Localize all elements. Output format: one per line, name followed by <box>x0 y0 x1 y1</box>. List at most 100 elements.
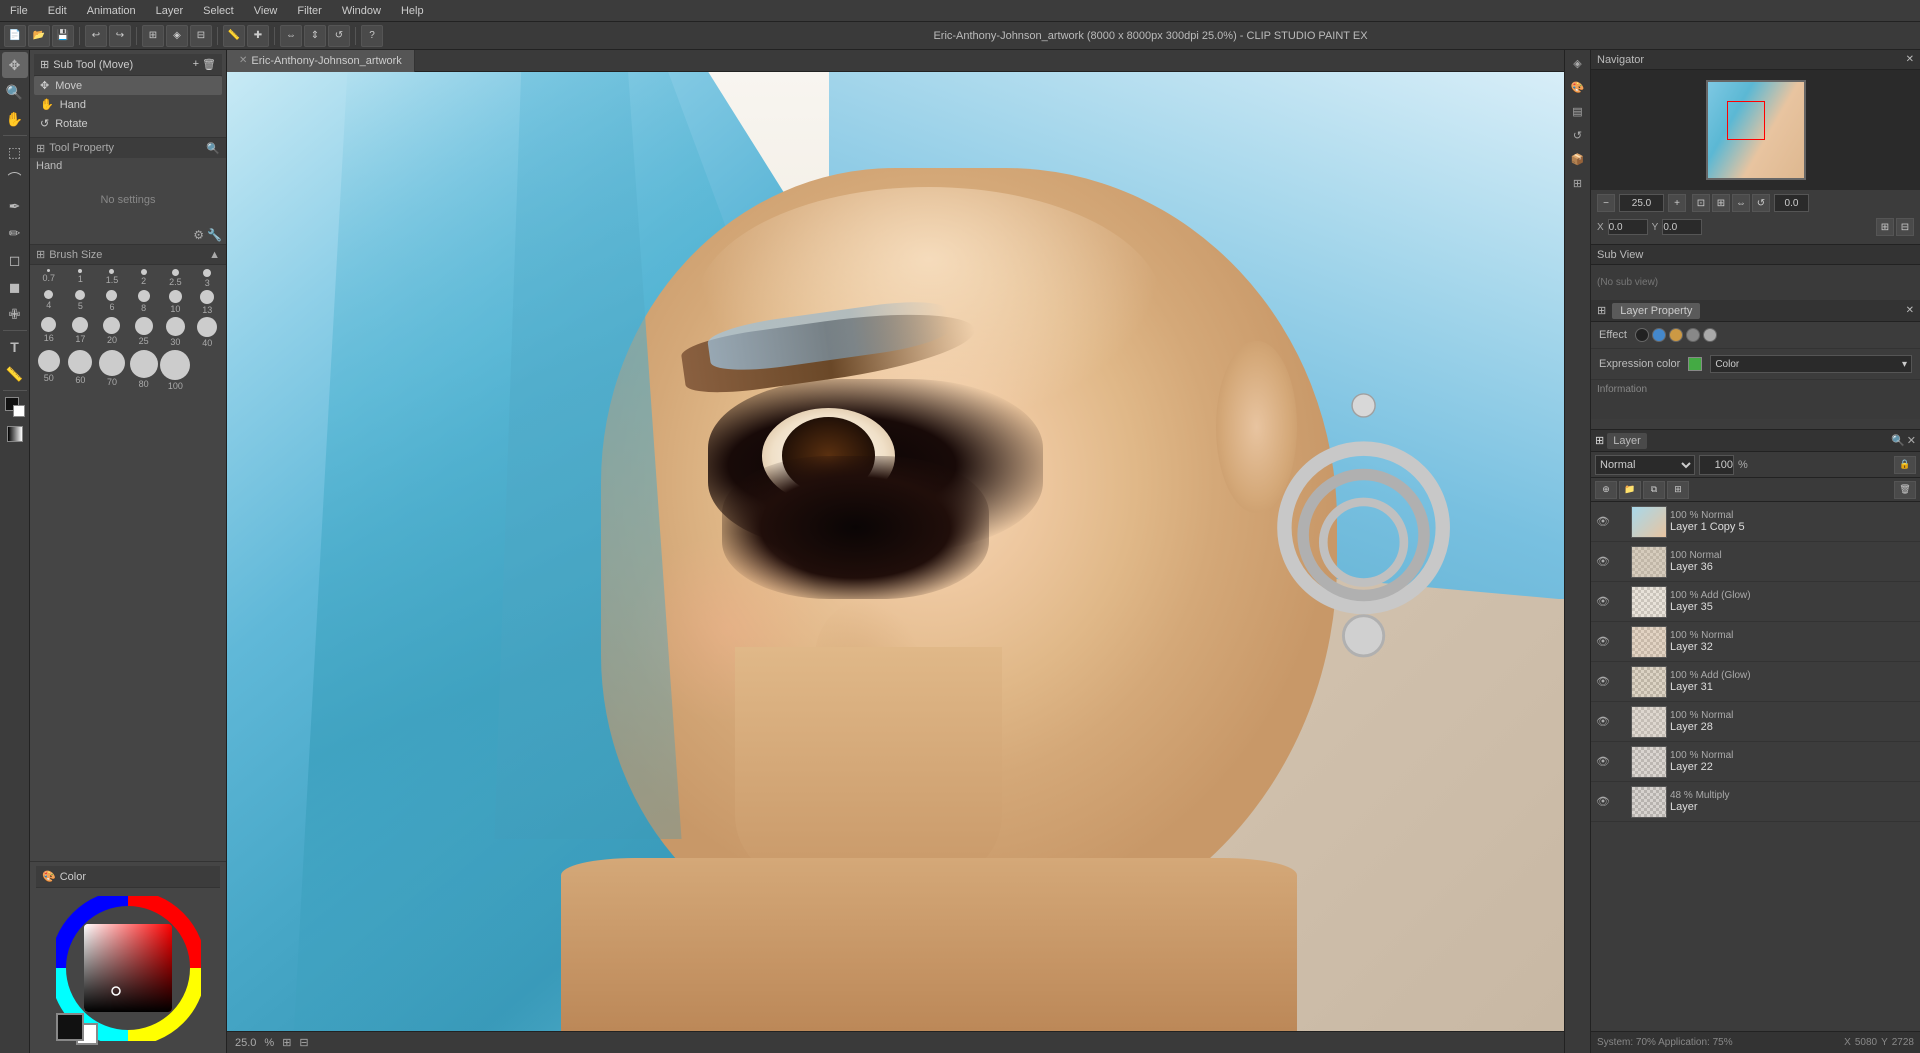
layer-panel-search-icon[interactable]: 🔍 <box>1891 434 1905 447</box>
help-btn[interactable]: ? <box>361 25 383 47</box>
brush-size-10[interactable]: 10 <box>160 290 190 315</box>
brush-size-13[interactable]: 13 <box>192 290 222 315</box>
nav-mode-icon1[interactable]: ⊞ <box>1876 218 1894 236</box>
tool-fill[interactable]: ◼ <box>2 274 28 300</box>
brush-size-70[interactable]: 70 <box>97 350 127 391</box>
brush-size-25[interactable]: 25 <box>129 317 159 348</box>
layer-lock-5[interactable] <box>1614 715 1628 729</box>
nav-x-input[interactable] <box>1608 219 1648 235</box>
layer-eye-1[interactable]: 👁 <box>1595 554 1611 570</box>
brush-size-25[interactable]: 2.5 <box>160 269 190 288</box>
copy-layer-icon[interactable]: ⧉ <box>1643 481 1665 499</box>
layer-row-7[interactable]: 👁 48 % Multiply Layer <box>1591 782 1920 822</box>
brush-size-30[interactable]: 30 <box>160 317 190 348</box>
new-btn[interactable]: 📄 <box>4 25 26 47</box>
tool-pen[interactable]: ✒ <box>2 193 28 219</box>
delete-layer-icon[interactable]: 🗑 <box>1894 481 1916 499</box>
layer-lock-1[interactable] <box>1614 555 1628 569</box>
open-btn[interactable]: 📂 <box>28 25 50 47</box>
brush-size-16[interactable]: 16 <box>34 317 64 348</box>
menu-view[interactable]: View <box>248 3 284 19</box>
blend-mode-select[interactable]: Normal Multiply Add (Glow) <box>1595 455 1695 475</box>
menu-filter[interactable]: Filter <box>291 3 327 19</box>
canvas-size-icon[interactable]: ⊞ <box>282 1036 291 1049</box>
subtool-add-icon[interactable]: + <box>193 58 199 71</box>
layer-row-2[interactable]: 👁 100 % Add (Glow) Layer 35 <box>1591 582 1920 622</box>
layer-row-4[interactable]: 👁 100 % Add (Glow) Layer 31 <box>1591 662 1920 702</box>
layer-eye-2[interactable]: 👁 <box>1595 594 1611 610</box>
brush-size-2[interactable]: 2 <box>129 269 159 288</box>
layer-tab-active[interactable]: Layer <box>1607 433 1647 449</box>
panel-toggle-material[interactable]: 📦 <box>1567 148 1589 170</box>
tool-brush[interactable]: ✏ <box>2 220 28 246</box>
panel-toggle-subtool[interactable]: ⊞ <box>1567 172 1589 194</box>
tool-prop-gear-icon[interactable]: ⚙ <box>193 228 204 242</box>
tool-hand[interactable]: ✋ <box>2 106 28 132</box>
navigator-zoom-input[interactable] <box>1619 194 1664 212</box>
foreground-color[interactable] <box>56 1013 84 1041</box>
nav-y-input[interactable] <box>1662 219 1702 235</box>
tool-eraser[interactable]: ◻ <box>2 247 28 273</box>
panel-toggle-navigator[interactable]: ◈ <box>1567 52 1589 74</box>
layer-lock-2[interactable] <box>1614 595 1628 609</box>
new-layer-icon[interactable]: ⊕ <box>1595 481 1617 499</box>
merge-layer-icon[interactable]: ⊞ <box>1667 481 1689 499</box>
expr-color-dropdown[interactable]: Color ▾ <box>1710 355 1912 373</box>
tool-ruler[interactable]: 📏 <box>2 361 28 387</box>
guide-btn[interactable]: ✚ <box>247 25 269 47</box>
navigator-angle-input[interactable] <box>1774 194 1809 212</box>
nav-zoom-out-icon[interactable]: − <box>1597 194 1615 212</box>
layer-eye-3[interactable]: 👁 <box>1595 634 1611 650</box>
save-btn[interactable]: 💾 <box>52 25 74 47</box>
subtool-item-move[interactable]: ✥ Move <box>34 76 222 95</box>
brush-size-50[interactable]: 50 <box>34 350 64 391</box>
tool-gradient[interactable] <box>2 421 28 447</box>
layer-eye-0[interactable]: 👁 <box>1595 514 1611 530</box>
layer-row-5[interactable]: 👁 100 % Normal Layer 28 <box>1591 702 1920 742</box>
menu-window[interactable]: Window <box>336 3 387 19</box>
nav-zoom-in-icon[interactable]: + <box>1668 194 1686 212</box>
layer-lock-7[interactable] <box>1614 795 1628 809</box>
canvas-fit-icon[interactable]: ⊟ <box>299 1036 308 1049</box>
nav-actual-size-icon[interactable]: ⊞ <box>1712 194 1730 212</box>
menu-help[interactable]: Help <box>395 3 430 19</box>
brush-size-100[interactable]: 100 <box>160 350 190 391</box>
color-wheel[interactable] <box>56 896 201 1041</box>
tool-zoom[interactable]: 🔍 <box>2 79 28 105</box>
panel-toggle-color[interactable]: 🎨 <box>1567 76 1589 98</box>
tool-move[interactable]: ✥ <box>2 52 28 78</box>
panel-toggle-layer[interactable]: ▤ <box>1567 100 1589 122</box>
layer-panel-close-icon[interactable]: ✕ <box>1907 434 1916 447</box>
ruler-btn[interactable]: 📏 <box>223 25 245 47</box>
layer-lock-6[interactable] <box>1614 755 1628 769</box>
brush-size-20[interactable]: 20 <box>97 317 127 348</box>
flip-v-btn[interactable]: ⇕ <box>304 25 326 47</box>
mesh-btn[interactable]: ⊟ <box>190 25 212 47</box>
stamp-btn[interactable]: ◈ <box>166 25 188 47</box>
brush-size-80[interactable]: 80 <box>129 350 159 391</box>
undo-btn[interactable]: ↩ <box>85 25 107 47</box>
layer-lock-3[interactable] <box>1614 635 1628 649</box>
menu-file[interactable]: File <box>4 3 34 19</box>
redo-btn[interactable]: ↪ <box>109 25 131 47</box>
layer-property-tab[interactable]: Layer Property <box>1612 303 1700 319</box>
effect-circle-blue[interactable] <box>1652 328 1666 342</box>
flip-h-btn[interactable]: ⇔ <box>280 25 302 47</box>
tool-select-rect[interactable]: ⬚ <box>2 139 28 165</box>
brush-size-07[interactable]: 0.7 <box>34 269 64 288</box>
nav-close-icon[interactable]: ✕ <box>1906 54 1914 65</box>
tool-property-search-icon[interactable]: 🔍 <box>206 142 220 155</box>
tool-text[interactable]: T <box>2 334 28 360</box>
navigator-thumbnail[interactable] <box>1706 80 1806 180</box>
new-folder-icon[interactable]: 📁 <box>1619 481 1641 499</box>
layer-lock-0[interactable] <box>1614 515 1628 529</box>
brush-size-5[interactable]: 5 <box>66 290 96 315</box>
nav-mode-icon2[interactable]: ⊟ <box>1896 218 1914 236</box>
brush-size-40[interactable]: 40 <box>192 317 222 348</box>
brush-size-3[interactable]: 3 <box>192 269 222 288</box>
menu-select[interactable]: Select <box>197 3 240 19</box>
menu-layer[interactable]: Layer <box>150 3 190 19</box>
canvas-wrapper[interactable] <box>227 72 1564 1031</box>
effect-circle-5[interactable] <box>1703 328 1717 342</box>
blend-lock-icon[interactable]: 🔒 <box>1894 456 1916 474</box>
